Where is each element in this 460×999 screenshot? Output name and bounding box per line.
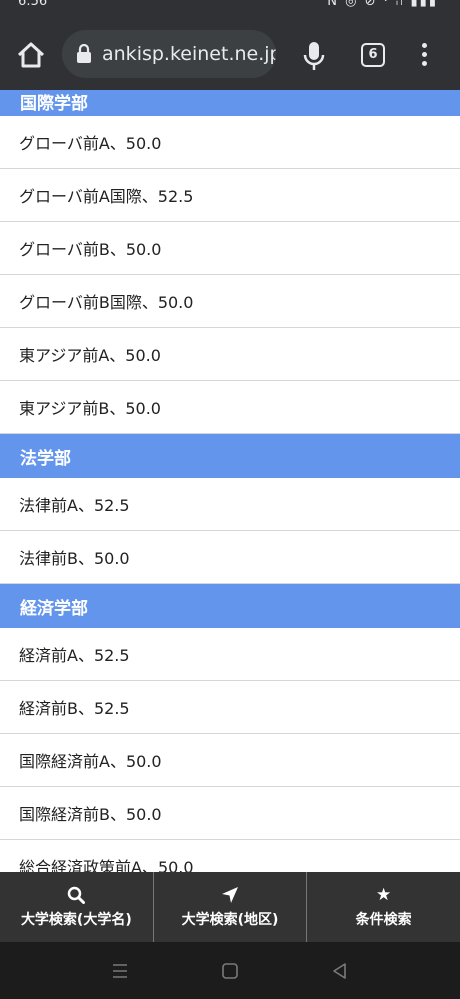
home-icon xyxy=(17,42,45,68)
faculty-list[interactable]: 国際学部 グローバ前A、50.0 グローバ前A国際、52.5 グローバ前B、50… xyxy=(0,90,460,872)
star-icon: ★ xyxy=(376,885,392,905)
nav-search-by-conditions[interactable]: ★ 条件検索 xyxy=(306,872,460,942)
list-item[interactable]: 国際経済前B、50.0 xyxy=(0,787,460,840)
home-button[interactable] xyxy=(14,38,48,72)
nav-search-by-name[interactable]: 大学検索(大学名) xyxy=(0,872,153,942)
url-text: ankisp.keinet.ne.jp xyxy=(102,43,276,65)
app-root: 6:56 N ◎ ⊘ · ᵢₗ ▮▮▮ ankisp.keinet.ne.jp … xyxy=(0,0,460,999)
list-item[interactable]: グローバ前B国際、50.0 xyxy=(0,275,460,328)
home-system-icon[interactable] xyxy=(220,962,240,980)
lock-icon xyxy=(77,44,91,63)
android-system-nav xyxy=(0,942,460,999)
section-title: 法学部 xyxy=(20,448,71,469)
location-arrow-icon xyxy=(221,885,239,905)
section-header-economics: 経済学部 xyxy=(0,584,460,628)
section-title: 国際学部 xyxy=(20,94,88,114)
url-bar[interactable]: ankisp.keinet.ne.jp xyxy=(62,30,276,78)
nav-label: 条件検索 xyxy=(355,912,412,928)
list-item[interactable]: 法律前B、50.0 xyxy=(0,531,460,584)
section-header-law: 法学部 xyxy=(0,434,460,478)
bottom-tab-bar: 大学検索(大学名) 大学検索(地区) ★ 条件検索 xyxy=(0,872,460,942)
status-icons: N ◎ ⊘ · ᵢₗ ▮▮▮ xyxy=(327,0,438,9)
list-item[interactable]: 経済前B、52.5 xyxy=(0,681,460,734)
list-item[interactable]: 東アジア前A、50.0 xyxy=(0,328,460,381)
list-item[interactable]: 総合経済政策前A、50.0 xyxy=(0,840,460,872)
list-item[interactable]: 経済前A、52.5 xyxy=(0,628,460,681)
section-title: 経済学部 xyxy=(20,598,88,619)
section-header-international: 国際学部 xyxy=(0,90,460,116)
browser-menu-button[interactable] xyxy=(414,40,434,72)
tab-switcher-button[interactable]: 6 xyxy=(361,43,385,67)
status-time: 6:56 xyxy=(18,0,48,9)
list-item[interactable]: グローバ前A、50.0 xyxy=(0,116,460,169)
voice-search-button[interactable] xyxy=(300,40,328,72)
list-item[interactable]: グローバ前A国際、52.5 xyxy=(0,169,460,222)
back-icon[interactable] xyxy=(330,962,350,980)
more-vert-icon xyxy=(414,43,434,66)
list-item[interactable]: グローバ前B、50.0 xyxy=(0,222,460,275)
list-item[interactable]: 国際経済前A、50.0 xyxy=(0,734,460,787)
nav-label: 大学検索(地区) xyxy=(181,912,279,928)
nav-search-by-region[interactable]: 大学検索(地区) xyxy=(152,872,307,942)
list-item[interactable]: 東アジア前B、50.0 xyxy=(0,381,460,434)
search-icon xyxy=(67,885,86,905)
microphone-icon xyxy=(303,42,325,70)
nav-label: 大学検索(大学名) xyxy=(20,912,132,928)
browser-toolbar: ankisp.keinet.ne.jp 6 xyxy=(0,18,460,90)
status-bar: 6:56 N ◎ ⊘ · ᵢₗ ▮▮▮ xyxy=(0,0,460,18)
list-item[interactable]: 法律前A、52.5 xyxy=(0,478,460,531)
recent-apps-icon[interactable] xyxy=(110,962,130,980)
